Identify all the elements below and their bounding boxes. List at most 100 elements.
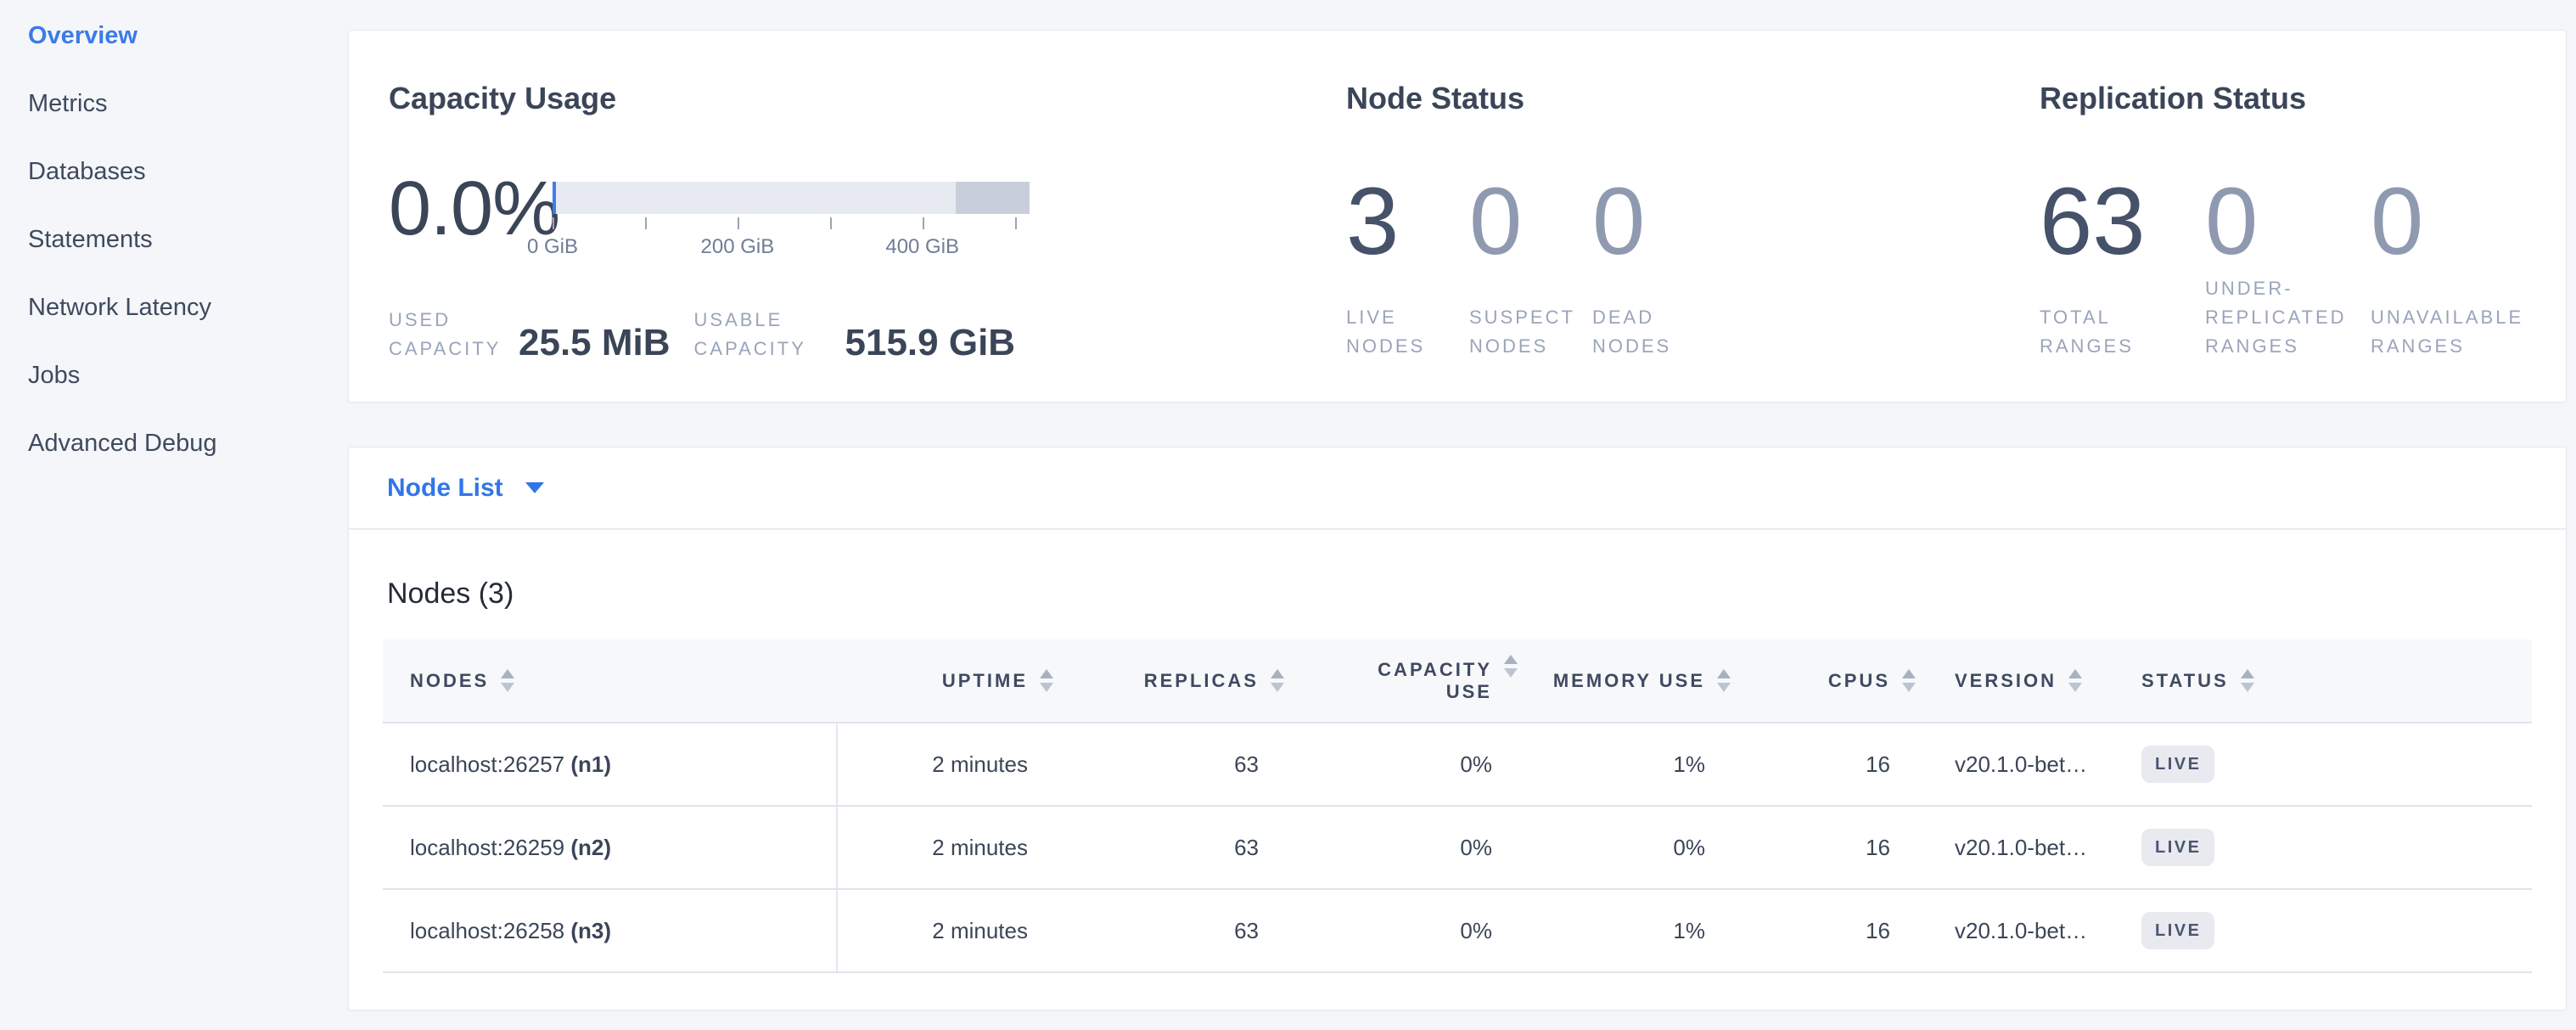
replicas-cell: 63 [1075,723,1306,806]
table-row[interactable]: localhost:26257 (n1) 2 minutes 63 0% 1% … [383,723,2532,806]
status-cell: LIVE [2133,723,2532,806]
axis-label: 0 GiB [527,234,578,260]
suspect-nodes-stat: 0 SUSPECT NODES [1469,174,1592,361]
capacity-usage-chart-row: 0.0% [389,171,1346,260]
node-id: (n1) [570,751,611,777]
sort-icon [1504,655,1518,678]
column-label: REPLICAS [1144,670,1259,692]
status-badge: LIVE [2141,746,2214,783]
total-ranges-label: TOTAL RANGES [2040,274,2205,361]
replicas-cell: 63 [1075,806,1306,889]
version-cell: v20.1.0-bet… [1938,806,2133,889]
uptime-cell: 2 minutes [837,889,1075,972]
version-cell: v20.1.0-bet… [1938,889,2133,972]
live-nodes-value: 3 [1346,174,1469,269]
node-list-dropdown[interactable]: Node List [387,474,544,503]
capacity-bar [553,182,1030,214]
nodes-table-title: Nodes (3) [387,575,2566,612]
sort-icon [1040,669,1053,692]
sidebar-item-statements[interactable]: Statements [0,205,348,273]
sidebar-item-overview[interactable]: Overview [0,2,348,70]
version-cell: v20.1.0-bet… [1938,723,2133,806]
column-label: CPUS [1828,670,1890,692]
sort-icon [1271,669,1284,692]
axis-label: 400 GiB [885,234,959,260]
sidebar-item-jobs[interactable]: Jobs [0,341,348,409]
status-cell: LIVE [2133,889,2532,972]
capacity-bar-used-indicator [553,182,556,214]
cockroachdb-admin-ui: Overview Metrics Databases Statements Ne… [0,0,2576,1030]
capacity-usage-stats: USED CAPACITY 25.5 MiB USABLE CAPACITY 5… [389,306,1346,363]
table-row[interactable]: localhost:26259 (n2) 2 minutes 63 0% 0% … [383,806,2532,889]
usable-capacity-value: 515.9 GiB [845,323,1016,363]
column-header-version[interactable]: VERSION [1938,639,2133,723]
column-header-replicas[interactable]: REPLICAS [1075,639,1306,723]
chevron-down-icon [525,482,544,493]
column-header-capacity-use[interactable]: CAPACITY USE [1306,639,1540,723]
nodes-table-header-row: NODES UPTIME REPLICAS CAPACITY USE [383,639,2532,723]
memory-use-cell: 1% [1540,723,1753,806]
sidebar: Overview Metrics Databases Statements Ne… [0,0,348,1030]
usable-capacity-label: USABLE CAPACITY [694,306,845,363]
under-replicated-ranges-value: 0 [2205,174,2371,269]
capacity-usage-section: Capacity Usage 0.0% [389,79,1346,362]
node-status-stats: 3 LIVE NODES 0 SUSPECT NODES 0 DEAD NODE… [1346,174,2040,361]
sort-icon [1717,669,1731,692]
capacity-use-cell: 0% [1306,723,1540,806]
column-header-cpus[interactable]: CPUS [1753,639,1938,723]
capacity-usage-title: Capacity Usage [389,79,1346,118]
unavailable-ranges-value: 0 [2371,174,2536,269]
sidebar-item-databases[interactable]: Databases [0,138,348,205]
column-header-nodes[interactable]: NODES [383,639,837,723]
node-id: (n2) [570,835,611,860]
capacity-axis-labels: 0 GiB 200 GiB 400 GiB [553,234,1030,260]
cpus-cell: 16 [1753,806,1938,889]
column-header-status[interactable]: STATUS [2133,639,2532,723]
column-header-memory-use[interactable]: MEMORY USE [1540,639,1753,723]
capacity-axis-ticks [553,214,1030,229]
axis-label: 200 GiB [701,234,775,260]
node-address-cell: localhost:26257 (n1) [383,723,837,806]
node-status-section: Node Status 3 LIVE NODES 0 SUSPECT NODES… [1346,79,2040,362]
uptime-cell: 2 minutes [837,723,1075,806]
node-list-dropdown-label: Node List [387,474,503,503]
used-capacity-label: USED CAPACITY [389,306,519,363]
under-replicated-ranges-stat: 0 UNDER-REPLICATED RANGES [2205,174,2371,361]
sidebar-item-metrics[interactable]: Metrics [0,70,348,138]
table-row[interactable]: localhost:26258 (n3) 2 minutes 63 0% 1% … [383,889,2532,972]
capacity-use-cell: 0% [1306,806,1540,889]
sidebar-item-network-latency[interactable]: Network Latency [0,273,348,341]
sort-icon [1902,669,1916,692]
cluster-summary-card: Capacity Usage 0.0% [348,30,2567,402]
sort-icon [501,669,514,692]
capacity-use-cell: 0% [1306,889,1540,972]
suspect-nodes-label: SUSPECT NODES [1469,274,1592,361]
column-label: NODES [410,670,489,692]
cpus-cell: 16 [1753,723,1938,806]
unavailable-ranges-label: UNAVAILABLE RANGES [2371,274,2536,361]
column-label: VERSION [1955,670,2057,692]
node-id: (n3) [570,918,611,943]
cpus-cell: 16 [1753,889,1938,972]
capacity-bar-chart: 0 GiB 200 GiB 400 GiB [553,182,1030,260]
sort-icon [2068,669,2082,692]
live-nodes-stat: 3 LIVE NODES [1346,174,1469,361]
sort-icon [2241,669,2254,692]
node-list-card-header: Node List [349,447,2566,530]
live-nodes-label: LIVE NODES [1346,274,1469,361]
column-label: STATUS [2141,670,2229,692]
column-label: MEMORY USE [1553,670,1705,692]
status-badge: LIVE [2141,829,2214,866]
replication-status-title: Replication Status [2040,79,2566,118]
status-badge: LIVE [2141,912,2214,949]
capacity-bar-other-segment [956,182,1030,214]
status-cell: LIVE [2133,806,2532,889]
column-header-uptime[interactable]: UPTIME [837,639,1075,723]
memory-use-cell: 0% [1540,806,1753,889]
sidebar-item-advanced-debug[interactable]: Advanced Debug [0,409,348,477]
memory-use-cell: 1% [1540,889,1753,972]
nodes-table: NODES UPTIME REPLICAS CAPACITY USE [383,639,2532,973]
replication-status-section: Replication Status 63 TOTAL RANGES 0 UND… [2040,79,2566,362]
dead-nodes-stat: 0 DEAD NODES [1592,174,1715,361]
replication-status-stats: 63 TOTAL RANGES 0 UNDER-REPLICATED RANGE… [2040,174,2566,361]
